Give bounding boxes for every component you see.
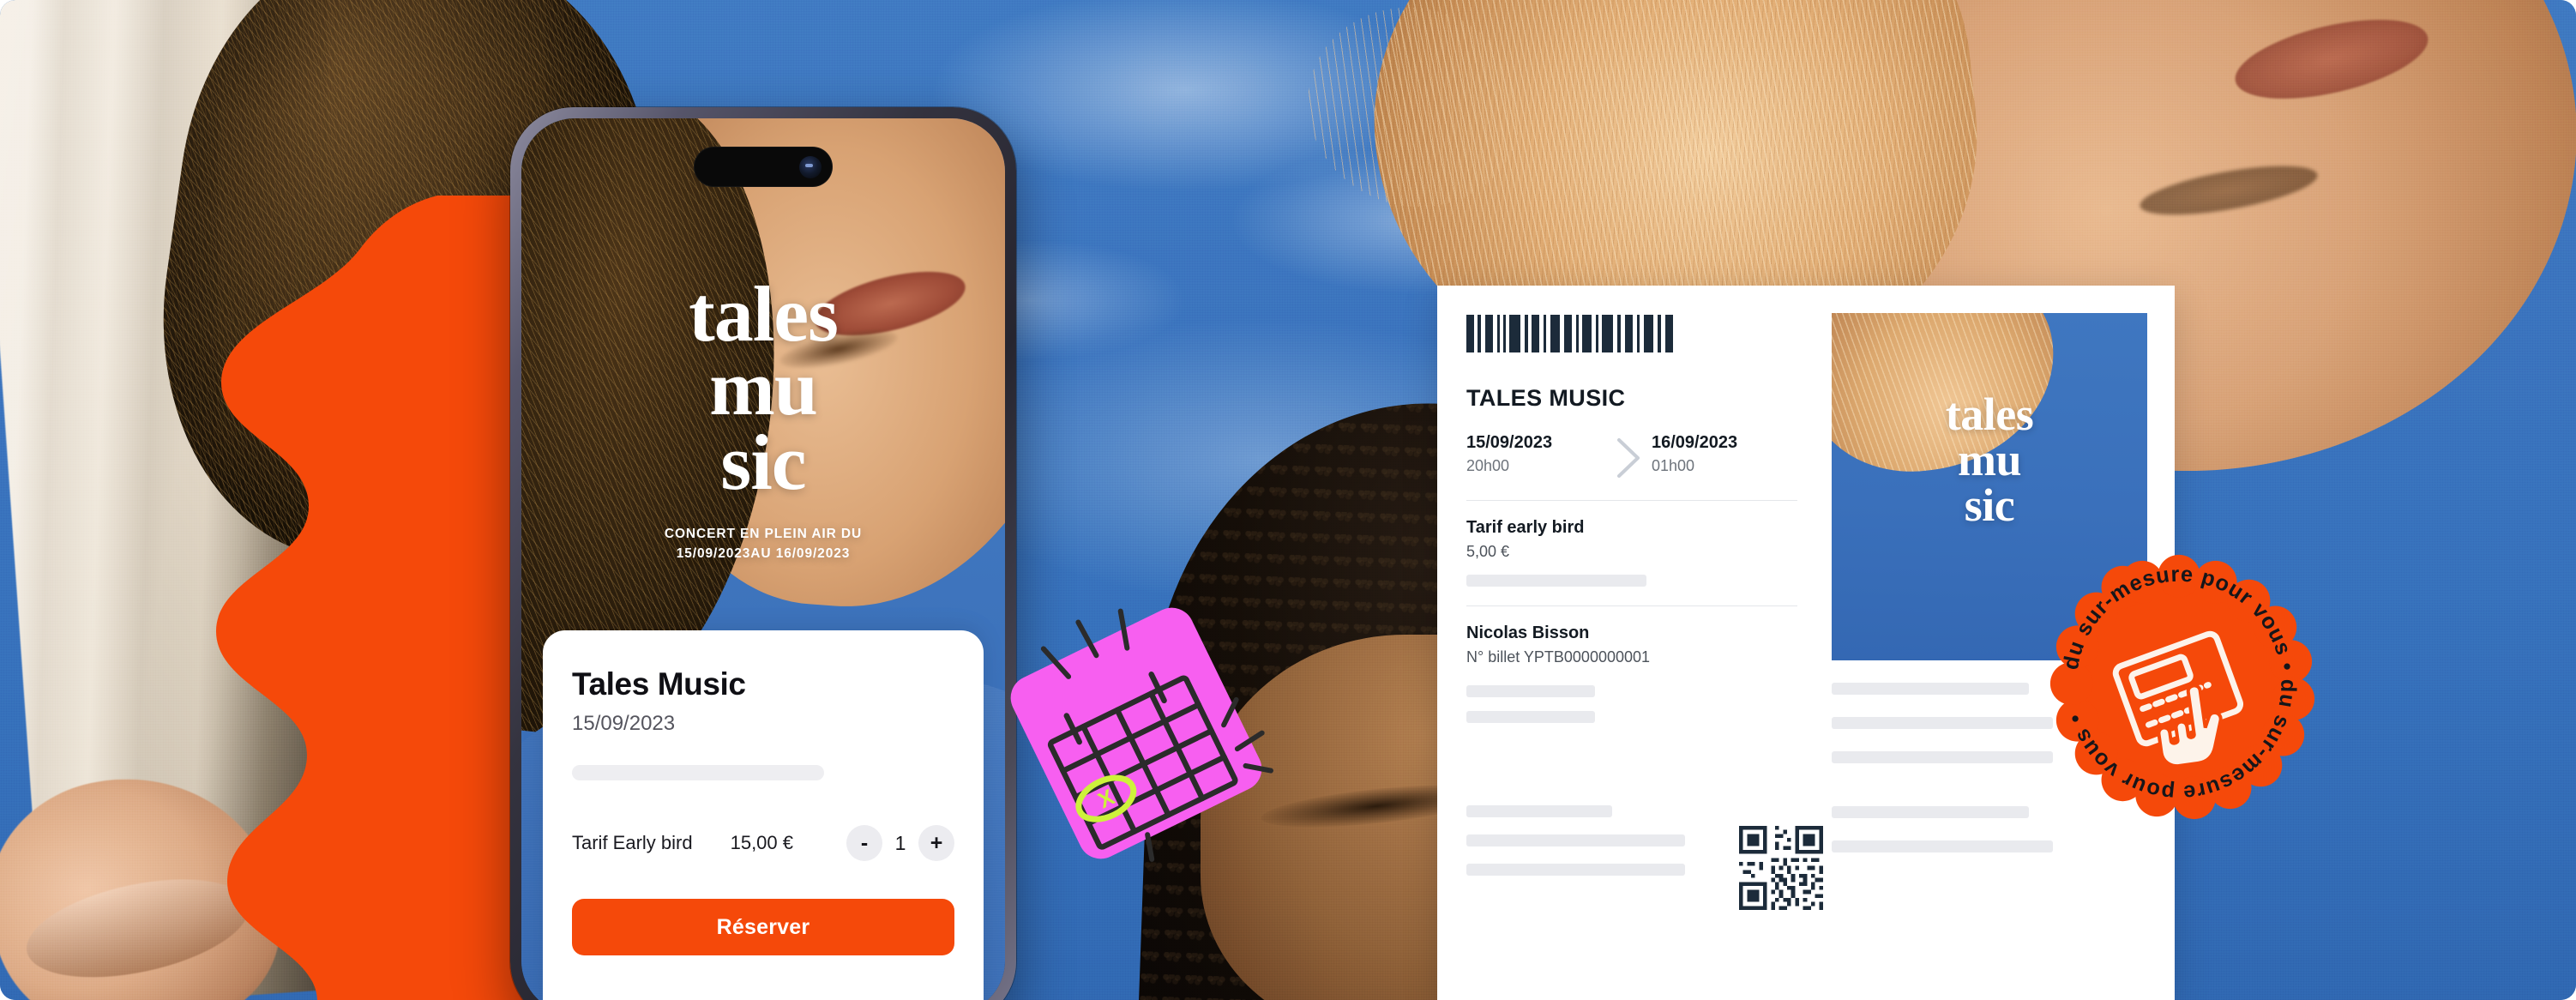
- phone-brand-block: tales mu sic CONCERT EN PLEIN AIR DU 15/…: [521, 270, 1005, 563]
- phone-hero-subtitle: CONCERT EN PLEIN AIR DU 15/09/2023AU 16/…: [521, 525, 1005, 563]
- brand-title-line-2: mu: [709, 344, 818, 432]
- ticket-skeleton-bar: [1832, 751, 2053, 763]
- ticket-number: N° billet YPTB0000000001: [1466, 648, 1651, 666]
- ticket-date-range: 15/09/2023 20h00 16/09/2023 01h00: [1466, 433, 1797, 481]
- booking-tarif-row: Tarif Early bird 15,00 € - 1 +: [572, 825, 954, 861]
- seal-scalloped-shape: [2049, 554, 2315, 820]
- ticket-skeleton-bar: [1466, 711, 1595, 723]
- barcode-icon: [1466, 315, 1673, 352]
- front-camera-icon: [799, 155, 822, 178]
- ticket-start-date: 15/09/2023: [1466, 433, 1553, 452]
- decrement-quantity-button[interactable]: -: [846, 825, 882, 861]
- ticket-skeleton-bar: [1466, 575, 1646, 587]
- poster-title-line-1: tales: [1945, 389, 2034, 440]
- ticket-details-column: TALES MUSIC 15/09/2023 20h00 16/09/2023 …: [1437, 286, 1832, 1000]
- sur-mesure-seal-badge: du sur-mesure pour vous • du sur-mesure …: [2049, 554, 2315, 820]
- ticket-start-time: 20h00: [1466, 457, 1510, 474]
- brand-title-line-1: tales: [689, 270, 839, 358]
- phone-screen-frame: tales mu sic CONCERT EN PLEIN AIR DU 15/…: [521, 118, 1005, 1000]
- quantity-stepper[interactable]: - 1 +: [846, 825, 954, 861]
- ticket-skeleton-bar: [1466, 685, 1595, 697]
- ticket-skeleton-bar: [1832, 840, 2053, 852]
- booking-card: Tales Music 15/09/2023 Tarif Early bird …: [543, 630, 984, 1000]
- poster-title-line-3: sic: [1964, 479, 2015, 531]
- poster-brand-title: tales mu sic: [1832, 389, 2147, 531]
- ticket-end-time: 01h00: [1652, 457, 1695, 474]
- phone-screen: tales mu sic CONCERT EN PLEIN AIR DU 15/…: [521, 118, 1005, 1000]
- ticket-event-title: TALES MUSIC: [1466, 385, 1626, 411]
- ticket-tarif-price: 5,00 €: [1466, 543, 1510, 560]
- hero-subtitle-line-1: CONCERT EN PLEIN AIR DU: [664, 527, 863, 542]
- booking-skeleton-bar: [572, 765, 825, 780]
- booking-tarif-price: 15,00 €: [730, 832, 793, 853]
- ticket-end-date: 16/09/2023: [1652, 433, 1738, 452]
- ticket-divider-1: [1466, 500, 1797, 501]
- hero-collage-canvas: tales mu sic CONCERT EN PLEIN AIR DU 15/…: [0, 0, 2576, 1000]
- ticket-skeleton-bar: [1832, 806, 2029, 818]
- chevron-right-icon: [1617, 438, 1640, 478]
- booking-event-date: 15/09/2023: [572, 712, 676, 735]
- ticket-tarif-label: Tarif early bird: [1466, 518, 1585, 537]
- ticket-holder-block: Nicolas Bisson N° billet YPTB0000000001: [1466, 623, 1797, 723]
- quantity-value: 1: [894, 831, 906, 854]
- ticket-skeleton-bar: [1466, 834, 1685, 846]
- ticket-end-block: 16/09/2023 01h00: [1652, 433, 1796, 475]
- ticket-skeleton-bar: [1832, 717, 2053, 729]
- ticket-skeleton-bar: [1832, 683, 2029, 695]
- ticket-start-block: 15/09/2023 20h00: [1466, 433, 1610, 475]
- qr-code-icon: [1739, 826, 1823, 910]
- booking-tarif-label: Tarif Early bird: [572, 832, 693, 853]
- reserve-button[interactable]: Réserver: [572, 899, 954, 955]
- phone-mockup: tales mu sic CONCERT EN PLEIN AIR DU 15/…: [510, 107, 1016, 1000]
- ticket-divider-2: [1466, 605, 1797, 606]
- ticket-skeleton-bar: [1466, 864, 1685, 876]
- booking-event-title: Tales Music: [572, 666, 746, 702]
- ticket-tarif-block: Tarif early bird 5,00 €: [1466, 518, 1797, 587]
- hero-subtitle-line-2: 15/09/2023AU 16/09/2023: [676, 545, 851, 561]
- dynamic-island: [694, 147, 833, 187]
- brand-title-line-3: sic: [720, 418, 806, 506]
- ticket-skeleton-bar: [1466, 805, 1612, 817]
- ticket-holder-name: Nicolas Bisson: [1466, 623, 1590, 642]
- increment-quantity-button[interactable]: +: [918, 825, 954, 861]
- poster-title-line-2: mu: [1957, 433, 2022, 485]
